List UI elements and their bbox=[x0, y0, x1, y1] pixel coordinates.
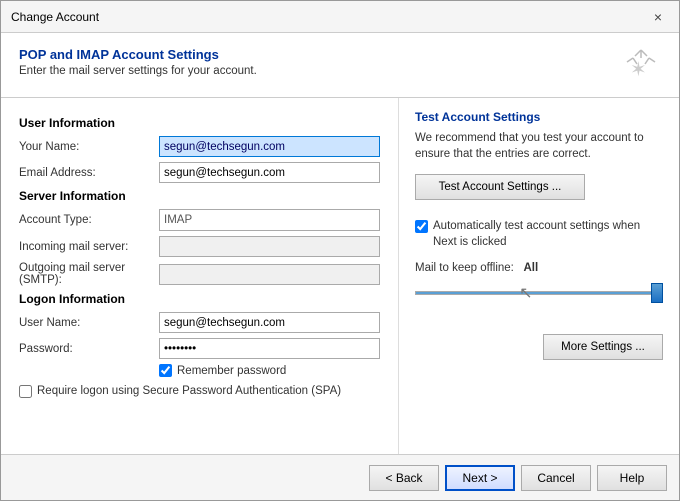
spa-label: Require logon using Secure Password Auth… bbox=[37, 383, 341, 399]
password-input[interactable] bbox=[159, 338, 380, 359]
title-bar: Change Account × bbox=[1, 1, 679, 33]
content-area: User Information Your Name: Email Addres… bbox=[1, 98, 679, 454]
your-name-label: Your Name: bbox=[19, 141, 159, 153]
email-icon: ✶ bbox=[621, 47, 661, 87]
password-row: Password: bbox=[19, 338, 380, 359]
username-input[interactable] bbox=[159, 312, 380, 333]
incoming-server-label: Incoming mail server: bbox=[19, 241, 159, 253]
change-account-window: Change Account × POP and IMAP Account Se… bbox=[0, 0, 680, 501]
mail-offline-section: Mail to keep offline: All ↖ bbox=[415, 262, 663, 308]
spa-row: Require logon using Secure Password Auth… bbox=[19, 383, 380, 399]
remember-password-checkbox[interactable] bbox=[159, 364, 172, 377]
svg-text:✶: ✶ bbox=[630, 59, 647, 81]
logon-info-title: Logon Information bbox=[19, 292, 380, 306]
your-name-row: Your Name: bbox=[19, 136, 380, 157]
auto-test-label: Automatically test account settings when… bbox=[433, 218, 663, 250]
header-text: POP and IMAP Account Settings Enter the … bbox=[19, 47, 257, 77]
mail-offline-label: Mail to keep offline: All bbox=[415, 262, 663, 274]
incoming-server-row: Incoming mail server: bbox=[19, 236, 380, 257]
mail-offline-slider-area: ↖ bbox=[415, 278, 663, 308]
account-type-row: Account Type: IMAP POP3 bbox=[19, 209, 380, 231]
username-label: User Name: bbox=[19, 317, 159, 329]
more-settings-button[interactable]: More Settings ... bbox=[543, 334, 663, 360]
right-panel: Test Account Settings We recommend that … bbox=[399, 98, 679, 454]
test-settings-description: We recommend that you test your account … bbox=[415, 130, 663, 162]
test-settings-title: Test Account Settings bbox=[415, 110, 663, 124]
account-type-label: Account Type: bbox=[19, 214, 159, 226]
slider-track bbox=[415, 291, 663, 295]
auto-test-row: Automatically test account settings when… bbox=[415, 218, 663, 250]
left-panel: User Information Your Name: Email Addres… bbox=[1, 98, 399, 454]
user-info-title: User Information bbox=[19, 116, 380, 130]
remember-password-label: Remember password bbox=[177, 365, 286, 377]
incoming-server-input[interactable] bbox=[159, 236, 380, 257]
outgoing-server-input[interactable] bbox=[159, 264, 380, 285]
username-row: User Name: bbox=[19, 312, 380, 333]
auto-test-checkbox[interactable] bbox=[415, 220, 428, 233]
test-account-button[interactable]: Test Account Settings ... bbox=[415, 174, 585, 200]
header-title: POP and IMAP Account Settings bbox=[19, 47, 257, 62]
email-address-input[interactable] bbox=[159, 162, 380, 183]
footer: < Back Next > Cancel Help bbox=[1, 454, 679, 500]
account-type-dropdown-wrapper: IMAP POP3 bbox=[159, 209, 380, 231]
cancel-button[interactable]: Cancel bbox=[521, 465, 591, 491]
password-label: Password: bbox=[19, 343, 159, 355]
header-section: POP and IMAP Account Settings Enter the … bbox=[1, 33, 679, 98]
slider-fill bbox=[416, 292, 662, 294]
your-name-input[interactable] bbox=[159, 136, 380, 157]
server-info-title: Server Information bbox=[19, 189, 380, 203]
email-address-row: Email Address: bbox=[19, 162, 380, 183]
back-button[interactable]: < Back bbox=[369, 465, 439, 491]
next-button[interactable]: Next > bbox=[445, 465, 515, 491]
outgoing-server-label: Outgoing mail server (SMTP): bbox=[19, 262, 159, 286]
header-subtitle: Enter the mail server settings for your … bbox=[19, 65, 257, 77]
spa-checkbox[interactable] bbox=[19, 385, 32, 398]
email-address-label: Email Address: bbox=[19, 167, 159, 179]
outgoing-server-row: Outgoing mail server (SMTP): bbox=[19, 262, 380, 286]
close-button[interactable]: × bbox=[647, 6, 669, 28]
remember-password-row: Remember password bbox=[159, 364, 380, 377]
slider-thumb[interactable] bbox=[651, 283, 663, 303]
account-type-select[interactable]: IMAP POP3 bbox=[159, 209, 380, 231]
help-button[interactable]: Help bbox=[597, 465, 667, 491]
window-title: Change Account bbox=[11, 10, 99, 24]
